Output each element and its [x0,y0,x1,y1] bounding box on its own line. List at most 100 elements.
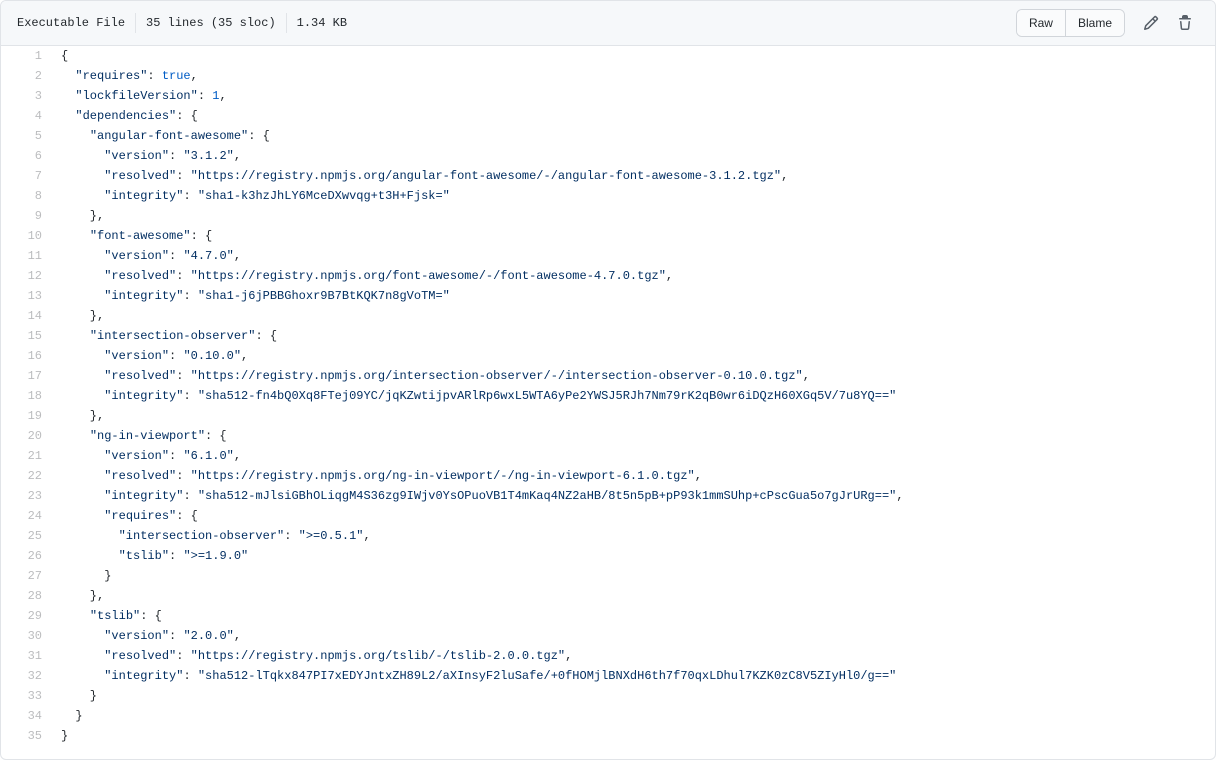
line-content: "integrity": "sha1-k3hzJhLY6MceDXwvqg+t3… [104,189,450,203]
code-line: 16 "version": "0.10.0", [1,346,1215,366]
line-content: }, [61,309,105,323]
line-number[interactable]: 22 [1,466,42,486]
line-number[interactable]: 3 [1,86,42,106]
line-number[interactable]: 27 [1,566,42,586]
code-line: 5 "angular-font-awesome": { [1,126,1215,146]
code-view: 1{2 "requires": true, 3 "lockfileVersion"… [1,46,1215,746]
code-line: 9 }, [1,206,1215,226]
line-content: "requires": { [104,509,198,523]
code-line: 13 "integrity": "sha1-j6jPBBGhoxr9B7BtKQ… [1,286,1215,306]
code-line: 15 "intersection-observer": { [1,326,1215,346]
code-line: 30 "version": "2.0.0", [1,626,1215,646]
file-header: Executable File 35 lines (35 sloc) 1.34 … [1,1,1215,46]
code-line: 27 } [1,566,1215,586]
line-content: "version": "6.1.0", [104,449,242,463]
line-content: "resolved": "https://registry.npmjs.org/… [104,649,573,663]
line-content: "intersection-observer": ">=0.5.1", [118,529,371,543]
code-line: 24 "requires": { [1,506,1215,526]
line-number[interactable]: 2 [1,66,42,86]
code-line: 26 "tslib": ">=1.9.0" [1,546,1215,566]
line-number[interactable]: 10 [1,226,42,246]
line-content: } [61,689,98,703]
code-line: 10 "font-awesome": { [1,226,1215,246]
line-content: "integrity": "sha512-mJlsiGBhOLiqgM4S36z… [104,489,904,503]
line-content: "lockfileVersion": 1, [75,89,227,103]
line-content: } [61,729,69,743]
line-number[interactable]: 23 [1,486,42,506]
line-number[interactable]: 5 [1,126,42,146]
line-number[interactable]: 12 [1,266,42,286]
line-number[interactable]: 16 [1,346,42,366]
line-content: } [61,569,112,583]
code-line: 7 "resolved": "https://registry.npmjs.or… [1,166,1215,186]
code-line: 4 "dependencies": { [1,106,1215,126]
line-number[interactable]: 1 [1,46,42,66]
code-line: 35} [1,726,1215,746]
line-number[interactable]: 7 [1,166,42,186]
line-content: "tslib": { [89,609,162,623]
line-number[interactable]: 18 [1,386,42,406]
line-content: "version": "3.1.2", [104,149,242,163]
line-content: }, [61,409,105,423]
file-type-label: Executable File [17,16,126,30]
line-number[interactable]: 17 [1,366,42,386]
line-number[interactable]: 21 [1,446,42,466]
line-number[interactable]: 35 [1,726,42,746]
line-content: "intersection-observer": { [89,329,278,343]
line-content: "integrity": "sha512-lTqkx847PI7xEDYJntx… [104,669,897,683]
line-number[interactable]: 14 [1,306,42,326]
code-line: 19 }, [1,406,1215,426]
code-line: 3 "lockfileVersion": 1, [1,86,1215,106]
line-number[interactable]: 9 [1,206,42,226]
blame-button[interactable]: Blame [1064,10,1124,36]
line-content: "version": "2.0.0", [104,629,242,643]
line-content: "font-awesome": { [89,229,213,243]
raw-button[interactable]: Raw [1016,10,1065,36]
line-number[interactable]: 33 [1,686,42,706]
line-number[interactable]: 29 [1,606,42,626]
line-content: "angular-font-awesome": { [89,129,270,143]
line-number[interactable]: 15 [1,326,42,346]
view-button-group: Raw Blame [1015,9,1125,37]
line-number[interactable]: 34 [1,706,42,726]
line-number[interactable]: 6 [1,146,42,166]
line-content: "resolved": "https://registry.npmjs.org/… [104,169,789,183]
line-number[interactable]: 28 [1,586,42,606]
line-number[interactable]: 24 [1,506,42,526]
code-line: 32 "integrity": "sha512-lTqkx847PI7xEDYJ… [1,666,1215,686]
line-number[interactable]: 4 [1,106,42,126]
line-number[interactable]: 20 [1,426,42,446]
code-line: 8 "integrity": "sha1-k3hzJhLY6MceDXwvqg+… [1,186,1215,206]
code-line: 18 "integrity": "sha512-fn4bQ0Xq8FTej09Y… [1,386,1215,406]
line-content: "tslib": ">=1.9.0" [118,549,249,563]
code-line: 12 "resolved": "https://registry.npmjs.o… [1,266,1215,286]
line-number[interactable]: 31 [1,646,42,666]
line-number[interactable]: 19 [1,406,42,426]
pencil-icon[interactable] [1137,9,1165,37]
line-content: "requires": true, [75,69,198,83]
line-number[interactable]: 30 [1,626,42,646]
code-line: 17 "resolved": "https://registry.npmjs.o… [1,366,1215,386]
line-number[interactable]: 26 [1,546,42,566]
line-content: }, [61,209,105,223]
line-content: "dependencies": { [75,109,198,123]
line-number[interactable]: 32 [1,666,42,686]
line-number[interactable]: 13 [1,286,42,306]
code-line: 6 "version": "3.1.2", [1,146,1215,166]
line-content: "version": "0.10.0", [104,349,249,363]
file-info: Executable File 35 lines (35 sloc) 1.34 … [17,13,357,33]
code-line: 28 }, [1,586,1215,606]
code-line: 2 "requires": true, [1,66,1215,86]
line-count: 35 lines (35 sloc) [146,16,276,30]
trash-icon[interactable] [1171,9,1199,37]
code-line: 20 "ng-in-viewport": { [1,426,1215,446]
code-line: 34 } [1,706,1215,726]
line-number[interactable]: 8 [1,186,42,206]
code-line: 14 }, [1,306,1215,326]
line-number[interactable]: 11 [1,246,42,266]
line-content: "resolved": "https://registry.npmjs.org/… [104,269,674,283]
line-number[interactable]: 25 [1,526,42,546]
line-content: }, [61,589,105,603]
line-content: "version": "4.7.0", [104,249,242,263]
line-content: "resolved": "https://registry.npmjs.org/… [104,469,702,483]
